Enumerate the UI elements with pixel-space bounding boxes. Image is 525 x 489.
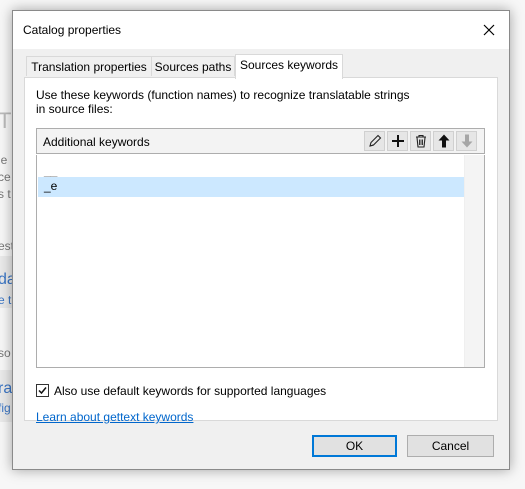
sources-keywords-page: Use these keywords (function names) to r… [24, 77, 498, 424]
add-icon [391, 135, 404, 147]
edit-icon [368, 134, 381, 147]
title-bar: Catalog properties [13, 11, 509, 49]
catalog-properties-dialog: Catalog properties Translation propertie… [12, 10, 510, 470]
keywords-header-label: Additional keywords [43, 135, 150, 149]
background-text: s t [0, 187, 11, 201]
edit-keyword-button[interactable] [364, 131, 385, 151]
dialog-title: Catalog properties [23, 23, 122, 37]
delete-keyword-button[interactable] [410, 131, 431, 151]
ok-button[interactable]: OK [312, 435, 397, 457]
default-keywords-label: Also use default keywords for supported … [54, 384, 327, 398]
close-icon [483, 24, 495, 36]
move-down-button[interactable] [456, 131, 477, 151]
description-text: Use these keywords (function names) to r… [36, 88, 410, 116]
add-keyword-button[interactable] [387, 131, 408, 151]
background-text: ra [0, 380, 13, 397]
keywords-list[interactable]: __ _e [36, 155, 485, 368]
background-text: so [0, 346, 11, 360]
close-button[interactable] [477, 18, 501, 42]
move-down-icon [461, 134, 472, 148]
move-up-icon [438, 134, 449, 148]
cancel-button[interactable]: Cancel [407, 435, 494, 457]
background-text: fig [0, 401, 11, 415]
background-text: ce [0, 170, 11, 184]
tab-sources-keywords[interactable]: Sources keywords [235, 54, 343, 79]
move-up-button[interactable] [433, 131, 454, 151]
list-item-selected[interactable]: _e [38, 177, 465, 197]
background-text: le [0, 153, 8, 167]
tab-translation-properties[interactable]: Translation properties [26, 56, 152, 76]
gettext-keywords-help-link[interactable]: Learn about gettext keywords [36, 410, 193, 424]
delete-icon [415, 134, 426, 148]
tab-sources-paths[interactable]: Sources paths [151, 56, 235, 76]
checkmark-icon [38, 387, 47, 395]
keywords-header: Additional keywords [36, 128, 485, 154]
scrollbar[interactable] [464, 155, 484, 367]
default-keywords-checkbox[interactable] [36, 384, 49, 397]
